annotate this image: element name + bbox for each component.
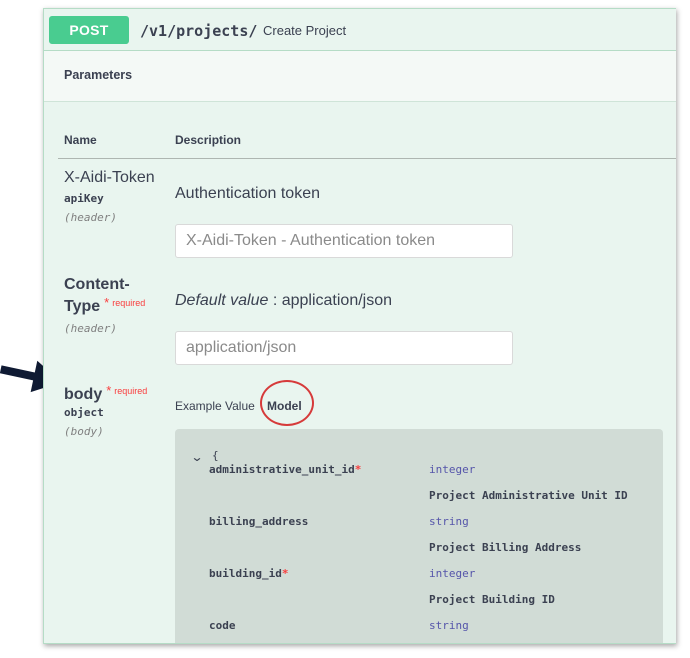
model-field-name: billing_address [209,515,309,528]
param-name-text: body [64,386,103,403]
required-star: * [104,295,110,310]
opblock-summary[interactable]: POST /v1/projects/ Create Project [44,9,676,51]
param-default-value: Default value : application/json [175,292,392,310]
required-label: required [112,298,146,308]
content-type-input[interactable] [175,331,513,365]
endpoint-path: /v1/projects/ [140,22,258,40]
default-value-label: Default value [175,292,269,309]
required-star: * [354,463,362,476]
header-divider [58,158,676,159]
method-badge: POST [49,16,129,44]
param-name-content-type: Content- Type * required [64,276,145,316]
param-description: Authentication token [175,185,320,202]
param-name-line2: Type [64,298,101,315]
parameters-title: Parameters [64,68,133,82]
model-field-type: integer [429,463,476,476]
param-name-x-aidi-token: X-Aidi-Token [64,169,155,186]
annotation-circle [260,380,314,426]
model-field-description: Project Building ID [429,593,555,606]
field-name-text: building_id [209,567,282,580]
column-header-description: Description [175,133,242,147]
field-name-text: administrative_unit_id [209,463,355,476]
param-location: (header) [64,211,117,224]
parameters-section-header: Parameters [44,51,676,102]
required-star: * [106,383,112,398]
model-field-type: string [429,619,469,632]
model-field-type: string [429,515,469,528]
model-field-type: integer [429,567,476,580]
model-field-description: Project Billing Address [429,541,582,554]
default-value: : application/json [268,292,393,309]
required-star: * [281,567,289,580]
model-field-name: building_id* [209,567,288,580]
required-label: required [114,386,148,396]
tab-example-value[interactable]: Example Value [175,399,255,413]
model-schema-box [175,429,663,643]
param-location: (body) [64,425,104,438]
chevron-down-icon[interactable]: ⌄ [190,450,203,464]
opblock-post: POST /v1/projects/ Create Project Parame… [43,8,676,644]
param-type: object [64,406,104,419]
param-name-line1: Content- [64,276,130,293]
model-field-name: code [209,619,236,632]
column-header-name: Name [64,133,97,147]
endpoint-summary: Create Project [263,23,347,38]
param-name-body: body * required [64,382,147,404]
model-field-name: administrative_unit_id* [209,463,361,476]
param-location: (header) [64,322,117,335]
model-field-description: Project Administrative Unit ID [429,489,628,502]
model-open-brace: { [212,449,219,462]
x-aidi-token-input[interactable] [175,224,513,258]
param-type: apiKey [64,192,104,205]
